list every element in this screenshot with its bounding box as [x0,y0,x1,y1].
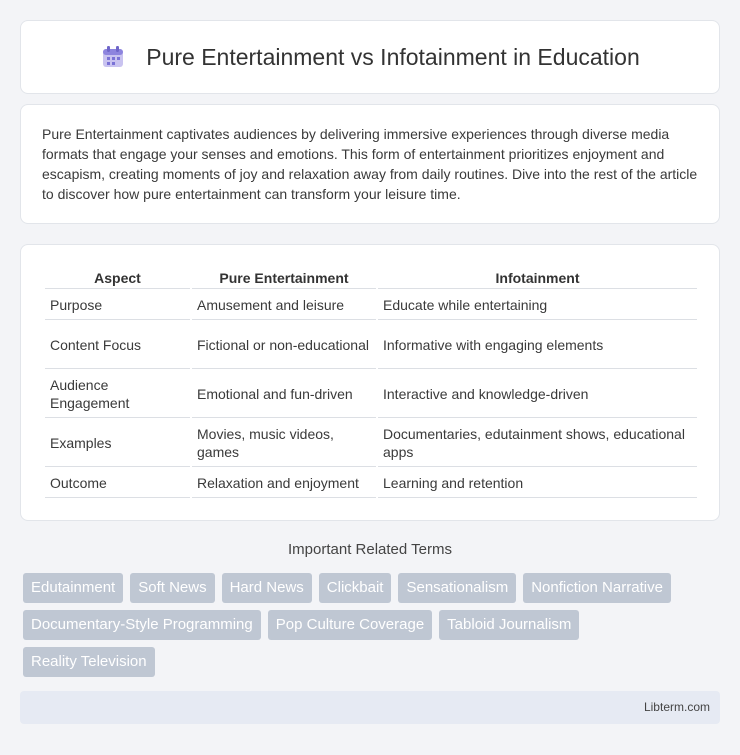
title-card: Pure Entertainment vs Infotainment in Ed… [20,20,720,94]
table-row: Content Focus Fictional or non-education… [45,322,697,369]
cell-pure-entertainment: Fictional or non-educational [192,322,376,369]
header-infotainment: Infotainment [378,267,697,289]
tag-sensationalism[interactable]: Sensationalism [398,573,517,603]
table-row: Purpose Amusement and leisure Educate wh… [45,291,697,320]
calendar-icon [100,44,126,70]
header-pure-entertainment: Pure Entertainment [192,267,376,289]
footer-site-link[interactable]: Libterm.com [644,700,710,714]
footer: Libterm.com [20,691,720,724]
cell-infotainment: Interactive and knowledge-driven [378,371,697,418]
cell-infotainment: Documentaries, edutainment shows, educat… [378,420,697,467]
tag-edutainment[interactable]: Edutainment [23,573,124,603]
cell-infotainment: Learning and retention [378,469,697,498]
cell-pure-entertainment: Amusement and leisure [192,291,376,320]
comparison-table: Aspect Pure Entertainment Infotainment P… [43,265,699,500]
cell-aspect: Purpose [45,291,190,320]
cell-pure-entertainment: Relaxation and enjoyment [192,469,376,498]
cell-pure-entertainment: Emotional and fun-driven [192,371,376,418]
tag-hard-news[interactable]: Hard News [221,573,312,603]
table-row: Audience Engagement Emotional and fun-dr… [45,371,697,418]
tag-tabloid-journalism[interactable]: Tabloid Journalism [439,610,580,640]
page-title: Pure Entertainment vs Infotainment in Ed… [146,43,640,70]
header-aspect: Aspect [45,267,190,289]
table-header-row: Aspect Pure Entertainment Infotainment [45,267,697,289]
tag-pop-culture-coverage[interactable]: Pop Culture Coverage [267,610,433,640]
cell-aspect: Content Focus [45,322,190,369]
tag-nonfiction-narrative[interactable]: Nonfiction Narrative [523,573,671,603]
tag-reality-television[interactable]: Reality Television [23,647,155,677]
intro-card: Pure Entertainment captivates audiences … [20,104,720,224]
cell-infotainment: Educate while entertaining [378,291,697,320]
cell-aspect: Outcome [45,469,190,498]
cell-aspect: Examples [45,420,190,467]
cell-aspect: Audience Engagement [45,371,190,418]
related-terms-list: Edutainment Soft News Hard News Clickbai… [23,573,723,684]
related-terms-title: Important Related Terms [288,541,452,558]
tag-documentary-style-programming[interactable]: Documentary-Style Programming [23,610,261,640]
intro-text: Pure Entertainment captivates audiences … [42,126,698,202]
table-row: Examples Movies, music videos, games Doc… [45,420,697,467]
comparison-card: Aspect Pure Entertainment Infotainment P… [20,244,720,521]
tag-clickbait[interactable]: Clickbait [318,573,392,603]
cell-infotainment: Informative with engaging elements [378,322,697,369]
tag-soft-news[interactable]: Soft News [130,573,215,603]
table-row: Outcome Relaxation and enjoyment Learnin… [45,469,697,498]
cell-pure-entertainment: Movies, music videos, games [192,420,376,467]
